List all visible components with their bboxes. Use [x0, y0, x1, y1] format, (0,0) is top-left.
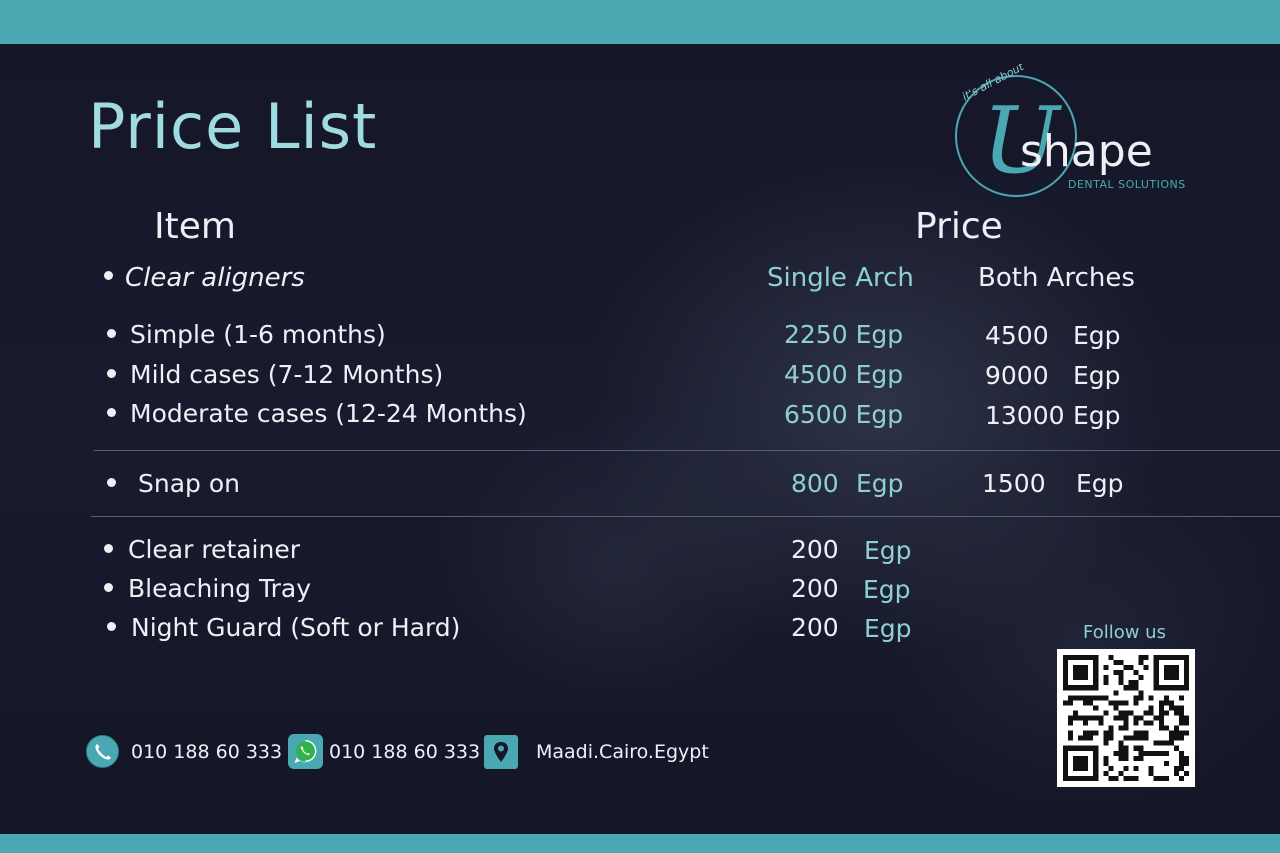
phone-number[interactable]: 010 188 60 333 — [131, 741, 282, 763]
single-arch-price: 4500 Egp — [784, 360, 904, 389]
both-arches-amount: 13000 — [985, 401, 1065, 430]
phone-icon — [86, 735, 119, 768]
top-band — [0, 0, 1280, 44]
follow-us-label: Follow us — [1083, 622, 1166, 643]
list-item: Clear retainer — [104, 535, 300, 564]
both-arches-amount: 9000 — [985, 361, 1049, 390]
price-unit: Egp — [864, 614, 912, 643]
both-arches-amount: 4500 — [985, 321, 1049, 350]
qr-code[interactable] — [1057, 649, 1195, 787]
single-arch-amount: 800 — [791, 469, 839, 498]
both-arches-unit: Egp — [1073, 321, 1121, 350]
price-amount: 200 — [791, 535, 839, 564]
section-clear-aligners: Clear aligners — [104, 263, 305, 293]
svg-text:DENTAL SOLUTIONS: DENTAL SOLUTIONS — [1068, 178, 1186, 191]
location-pin-icon — [484, 735, 518, 769]
list-item: Bleaching Tray — [104, 574, 311, 603]
item-column-header: Item — [154, 206, 236, 247]
price-amount: 200 — [791, 613, 839, 642]
price-unit: Egp — [864, 536, 912, 565]
divider — [91, 516, 1280, 517]
both-arches-header: Both Arches — [978, 263, 1135, 293]
single-arch-price: 2250 Egp — [784, 320, 904, 349]
both-arches-unit: Egp — [1073, 401, 1121, 430]
both-arches-unit: Egp — [1073, 361, 1121, 390]
whatsapp-number[interactable]: 010 188 60 333 — [329, 741, 480, 763]
location-text: Maadi.Cairo.Egypt — [536, 741, 709, 763]
page-title: Price List — [88, 90, 378, 163]
single-arch-unit: Egp — [856, 469, 904, 498]
single-arch-header: Single Arch — [767, 263, 914, 293]
both-arches-unit: Egp — [1076, 469, 1124, 498]
whatsapp-icon — [288, 734, 323, 769]
brand-logo: it's all about U shape DENTAL SOLUTIONS — [940, 60, 1210, 204]
price-amount: 200 — [791, 574, 839, 603]
single-arch-price: 6500 Egp — [784, 400, 904, 429]
both-arches-amount: 1500 — [982, 469, 1046, 498]
list-item: Simple (1-6 months) — [107, 320, 386, 349]
list-item: Snap on — [107, 469, 240, 498]
divider — [94, 450, 1280, 451]
bottom-band — [0, 834, 1280, 853]
list-item: Mild cases (7-12 Months) — [107, 360, 443, 389]
svg-text:shape: shape — [1020, 126, 1153, 177]
price-unit: Egp — [863, 575, 911, 604]
list-item: Night Guard (Soft or Hard) — [107, 613, 460, 642]
list-item: Moderate cases (12-24 Months) — [107, 399, 527, 428]
price-column-header: Price — [915, 206, 1003, 247]
